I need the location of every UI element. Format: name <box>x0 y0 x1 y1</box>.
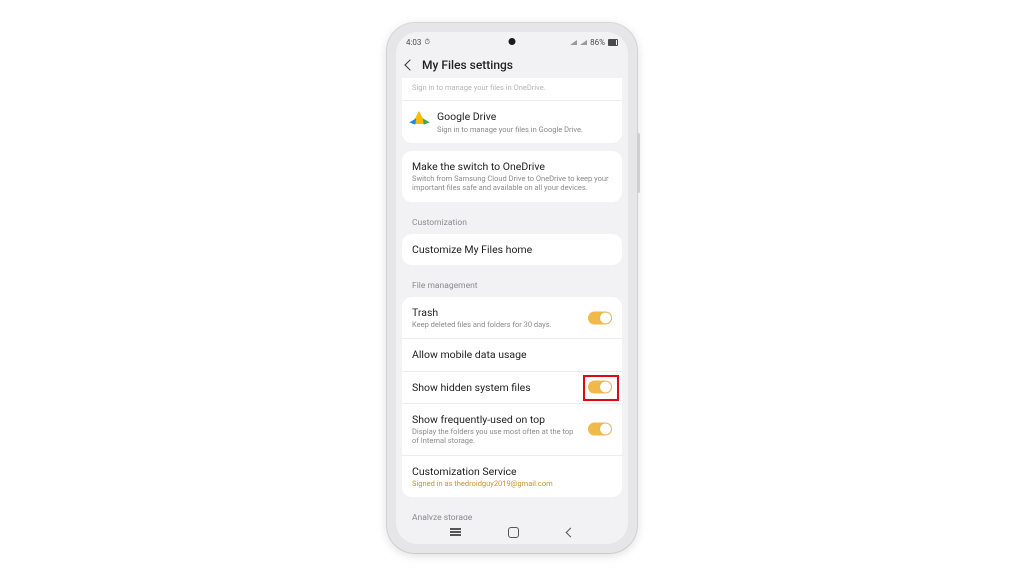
onedrive-signin-row[interactable]: Sign in to manage your files in OneDrive… <box>402 78 622 100</box>
signal-icon <box>580 40 587 45</box>
onedrive-switch-sub: Switch from Samsung Cloud Drive to OneDr… <box>412 174 612 193</box>
status-time: 4:03 <box>406 38 421 47</box>
settings-scroll[interactable]: Sign in to manage your files in OneDrive… <box>396 78 628 520</box>
trash-toggle[interactable] <box>588 311 612 324</box>
customization-section-label: Customization <box>402 210 622 234</box>
customization-service-row[interactable]: Customization Service Signed in as thedr… <box>402 455 622 497</box>
mobile-data-label: Allow mobile data usage <box>412 348 612 361</box>
trash-title: Trash <box>412 306 612 319</box>
show-hidden-row[interactable]: Show hidden system files <box>402 371 622 403</box>
onedrive-switch-title: Make the switch to OneDrive <box>412 160 612 173</box>
onedrive-switch-card[interactable]: Make the switch to OneDrive Switch from … <box>402 151 622 202</box>
wifi-icon <box>570 40 577 45</box>
file-management-card: Trash Keep deleted files and folders for… <box>402 297 622 497</box>
customize-home-label: Customize My Files home <box>412 243 612 256</box>
title-bar: My Files settings <box>396 52 628 78</box>
frequently-used-sub: Display the folders you use most often a… <box>412 427 612 446</box>
show-hidden-toggle[interactable] <box>588 381 612 394</box>
battery-icon <box>608 39 618 46</box>
front-camera <box>509 38 516 45</box>
google-drive-icon <box>412 111 427 124</box>
android-navbar <box>396 520 628 544</box>
frequently-used-title: Show frequently-used on top <box>412 413 612 426</box>
frequently-used-row[interactable]: Show frequently-used on top Display the … <box>402 403 622 455</box>
google-drive-sub: Sign in to manage your files in Google D… <box>437 125 583 134</box>
customization-card: Customize My Files home <box>402 234 622 265</box>
trash-row[interactable]: Trash Keep deleted files and folders for… <box>402 297 622 339</box>
file-management-section-label: File management <box>402 273 622 297</box>
nav-back-icon[interactable] <box>566 527 576 537</box>
clock-small-icon: ⏱ <box>424 38 429 47</box>
phone-screen: 4:03 ⏱ 86% My Files settings <box>396 32 628 544</box>
google-drive-title: Google Drive <box>437 110 583 123</box>
phone-frame: 4:03 ⏱ 86% My Files settings <box>387 23 637 553</box>
customize-home-row[interactable]: Customize My Files home <box>402 234 622 265</box>
back-icon[interactable] <box>404 59 415 70</box>
frequently-used-toggle[interactable] <box>588 423 612 436</box>
show-hidden-label: Show hidden system files <box>412 381 612 394</box>
analyze-storage-section-label: Analyze storage <box>402 505 622 520</box>
trash-sub: Keep deleted files and folders for 30 da… <box>412 320 612 329</box>
customization-service-title: Customization Service <box>412 465 612 478</box>
battery-percent: 86% <box>590 38 605 47</box>
nav-recents-icon[interactable] <box>450 531 461 532</box>
nav-home-icon[interactable] <box>508 527 519 538</box>
google-drive-row[interactable]: Google Drive Sign in to manage your file… <box>402 100 622 143</box>
customization-service-sub: Signed in as thedroidguy2019@gmail.com <box>412 479 612 488</box>
mobile-data-row[interactable]: Allow mobile data usage <box>402 338 622 370</box>
page-title: My Files settings <box>422 58 513 72</box>
cloud-accounts-card: Sign in to manage your files in OneDrive… <box>402 78 622 143</box>
onedrive-signin-sub: Sign in to manage your files in OneDrive… <box>412 83 612 92</box>
